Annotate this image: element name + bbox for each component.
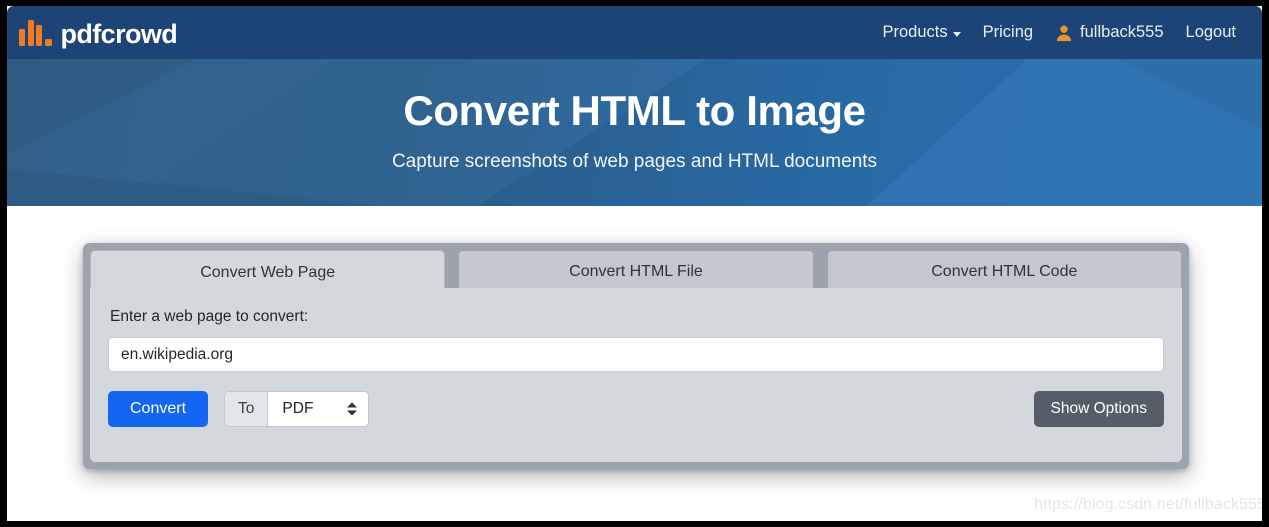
output-format-group: To PDF [224, 391, 370, 427]
to-label: To [225, 392, 268, 426]
convert-button[interactable]: Convert [108, 391, 209, 427]
url-input-label: Enter a web page to convert: [110, 308, 309, 325]
nav-links-group: Products Pricing fullback555 Logout [882, 23, 1236, 42]
user-icon [1056, 25, 1072, 41]
converter-card: Convert Web Page Convert HTML File Conve… [83, 243, 1189, 469]
converter-controls-row: Convert To PDF Show Options [108, 391, 1164, 427]
page-subtitle: Capture screenshots of web pages and HTM… [391, 151, 878, 172]
output-format-value: PDF [282, 400, 314, 417]
nav-item-account[interactable]: fullback555 [1055, 23, 1164, 42]
account-username: fullback555 [1080, 23, 1164, 41]
convert-web-page-panel: Enter a web page to convert: Convert To … [90, 288, 1182, 462]
tab-convert-html-file-label: Convert HTML File [569, 262, 703, 280]
top-navigation-bar: pdfcrowd Products Pricing fullback555 Lo… [7, 6, 1262, 59]
output-format-select[interactable]: PDF [267, 392, 369, 426]
hero-banner: Convert HTML to Image Capture screenshot… [7, 59, 1262, 206]
tab-convert-html-code-label: Convert HTML Code [931, 262, 1078, 280]
brand-logo-link[interactable]: pdfcrowd [19, 19, 178, 49]
browser-viewport: pdfcrowd Products Pricing fullback555 Lo… [7, 6, 1262, 521]
tab-convert-web-page-label: Convert Web Page [200, 264, 336, 281]
show-options-button[interactable]: Show Options [1033, 391, 1164, 427]
nav-item-pricing[interactable]: Pricing [983, 23, 1033, 42]
converter-tabs: Convert Web Page Convert HTML File Conve… [83, 243, 1189, 295]
stepper-arrows-icon [347, 402, 358, 416]
nav-item-products-label: Products [882, 23, 948, 41]
url-input[interactable] [108, 337, 1164, 372]
page-title: Convert HTML to Image [403, 87, 866, 134]
tab-convert-html-code[interactable]: Convert HTML Code [826, 250, 1182, 292]
brand-name: pdfcrowd [60, 19, 178, 49]
chevron-down-icon [952, 32, 961, 37]
nav-item-products[interactable]: Products [882, 23, 961, 42]
bar-chart-logo-icon [19, 19, 52, 46]
logout-link[interactable]: Logout [1186, 23, 1236, 42]
tab-convert-html-file[interactable]: Convert HTML File [458, 250, 814, 292]
nav-item-pricing-label: Pricing [982, 23, 1034, 41]
watermark-text: https://blog.csdn.net/fullback555 [1034, 496, 1262, 513]
